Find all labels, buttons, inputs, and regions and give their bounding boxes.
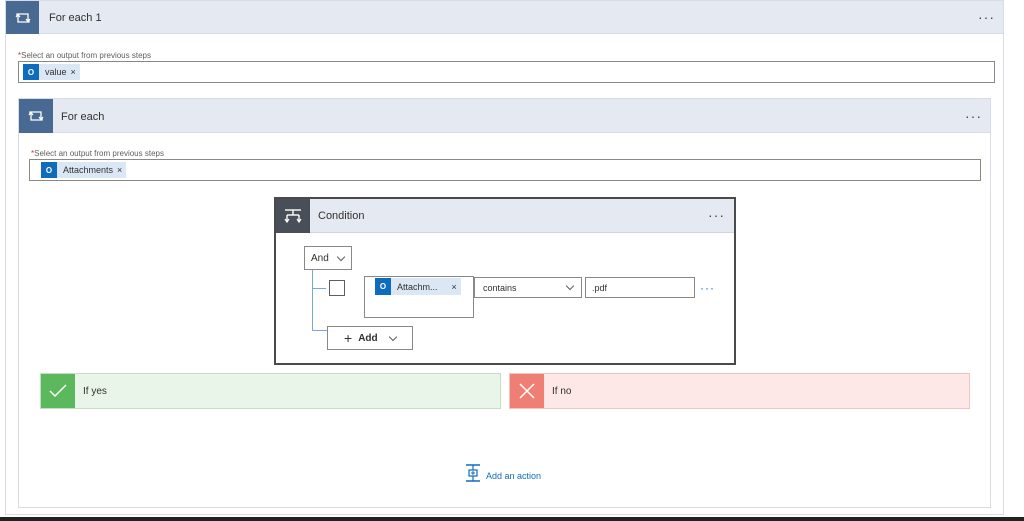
condition-left-operand[interactable]: O Attachm... ×: [364, 276, 474, 318]
outlook-icon: O: [23, 64, 39, 80]
add-action-label: Add an action: [486, 470, 542, 481]
condition-value-input[interactable]: .pdf: [585, 277, 695, 298]
field-label-text: Select an output from previous steps: [34, 149, 164, 158]
condition-value-text: .pdf: [592, 282, 608, 293]
if-no-label: If no: [552, 385, 572, 397]
tree-connector: [312, 330, 327, 331]
for-each-field-label: *Select an output from previous steps: [31, 149, 164, 158]
group-operator-label: And: [311, 252, 329, 264]
if-no-branch[interactable]: If no: [509, 373, 970, 409]
field-label-text: Select an output from previous steps: [21, 51, 151, 60]
for-each-more-button[interactable]: ···: [965, 109, 982, 123]
condition-more-button[interactable]: ···: [708, 208, 725, 222]
remove-token-button[interactable]: ×: [452, 282, 461, 292]
group-operator-select[interactable]: And: [304, 246, 352, 270]
add-condition-button[interactable]: + Add: [327, 326, 413, 350]
if-yes-label: If yes: [83, 385, 107, 397]
row-more-button[interactable]: ···: [700, 282, 715, 294]
condition-title: Condition: [318, 210, 365, 222]
close-icon: [510, 374, 544, 408]
operator-label: contains: [483, 282, 517, 293]
for-each-1-output-field[interactable]: O value ×: [18, 61, 995, 83]
chevron-down-icon: [388, 332, 398, 342]
for-each-1-field-label: *Select an output from previous steps: [18, 51, 151, 60]
condition-card: Condition ··· And O Attachm... × contain…: [274, 197, 736, 365]
add-action-icon: [465, 464, 481, 487]
attachments-token[interactable]: O Attachm... ×: [375, 278, 461, 295]
value-token[interactable]: O value ×: [23, 64, 80, 80]
token-label: Attachments: [63, 165, 114, 175]
add-label: Add: [358, 332, 378, 344]
condition-header[interactable]: Condition ···: [276, 199, 734, 233]
operator-select[interactable]: contains: [474, 277, 582, 298]
tree-connector: [312, 288, 326, 289]
condition-icon: [276, 199, 310, 233]
token-label: Attachm...: [397, 281, 438, 292]
tree-connector: [312, 270, 313, 331]
loop-icon: [19, 99, 53, 133]
chevron-down-icon: [336, 252, 346, 262]
remove-token-button[interactable]: ×: [117, 165, 126, 175]
for-each-title: For each: [61, 111, 105, 123]
token-label: value: [45, 67, 67, 77]
remove-token-button[interactable]: ×: [71, 67, 80, 77]
outlook-icon: O: [375, 278, 391, 295]
loop-icon: [6, 1, 39, 34]
add-an-action-button[interactable]: Add an action: [465, 464, 541, 487]
if-yes-branch[interactable]: If yes: [40, 373, 501, 409]
for-each-1-title: For each 1: [49, 12, 102, 24]
chevron-down-icon: [565, 281, 575, 291]
bottom-border: [0, 517, 1024, 521]
outlook-icon: O: [41, 162, 57, 178]
for-each-header[interactable]: For each ···: [19, 99, 990, 133]
plus-icon: +: [344, 330, 353, 346]
row-checkbox[interactable]: [329, 280, 345, 296]
for-each-1-more-button[interactable]: ···: [978, 10, 995, 24]
for-each-1-header[interactable]: For each 1 ···: [6, 1, 1003, 34]
attachments-token[interactable]: O Attachments ×: [41, 162, 127, 178]
check-icon: [41, 374, 75, 408]
for-each-output-field[interactable]: O Attachments ×: [29, 159, 981, 181]
